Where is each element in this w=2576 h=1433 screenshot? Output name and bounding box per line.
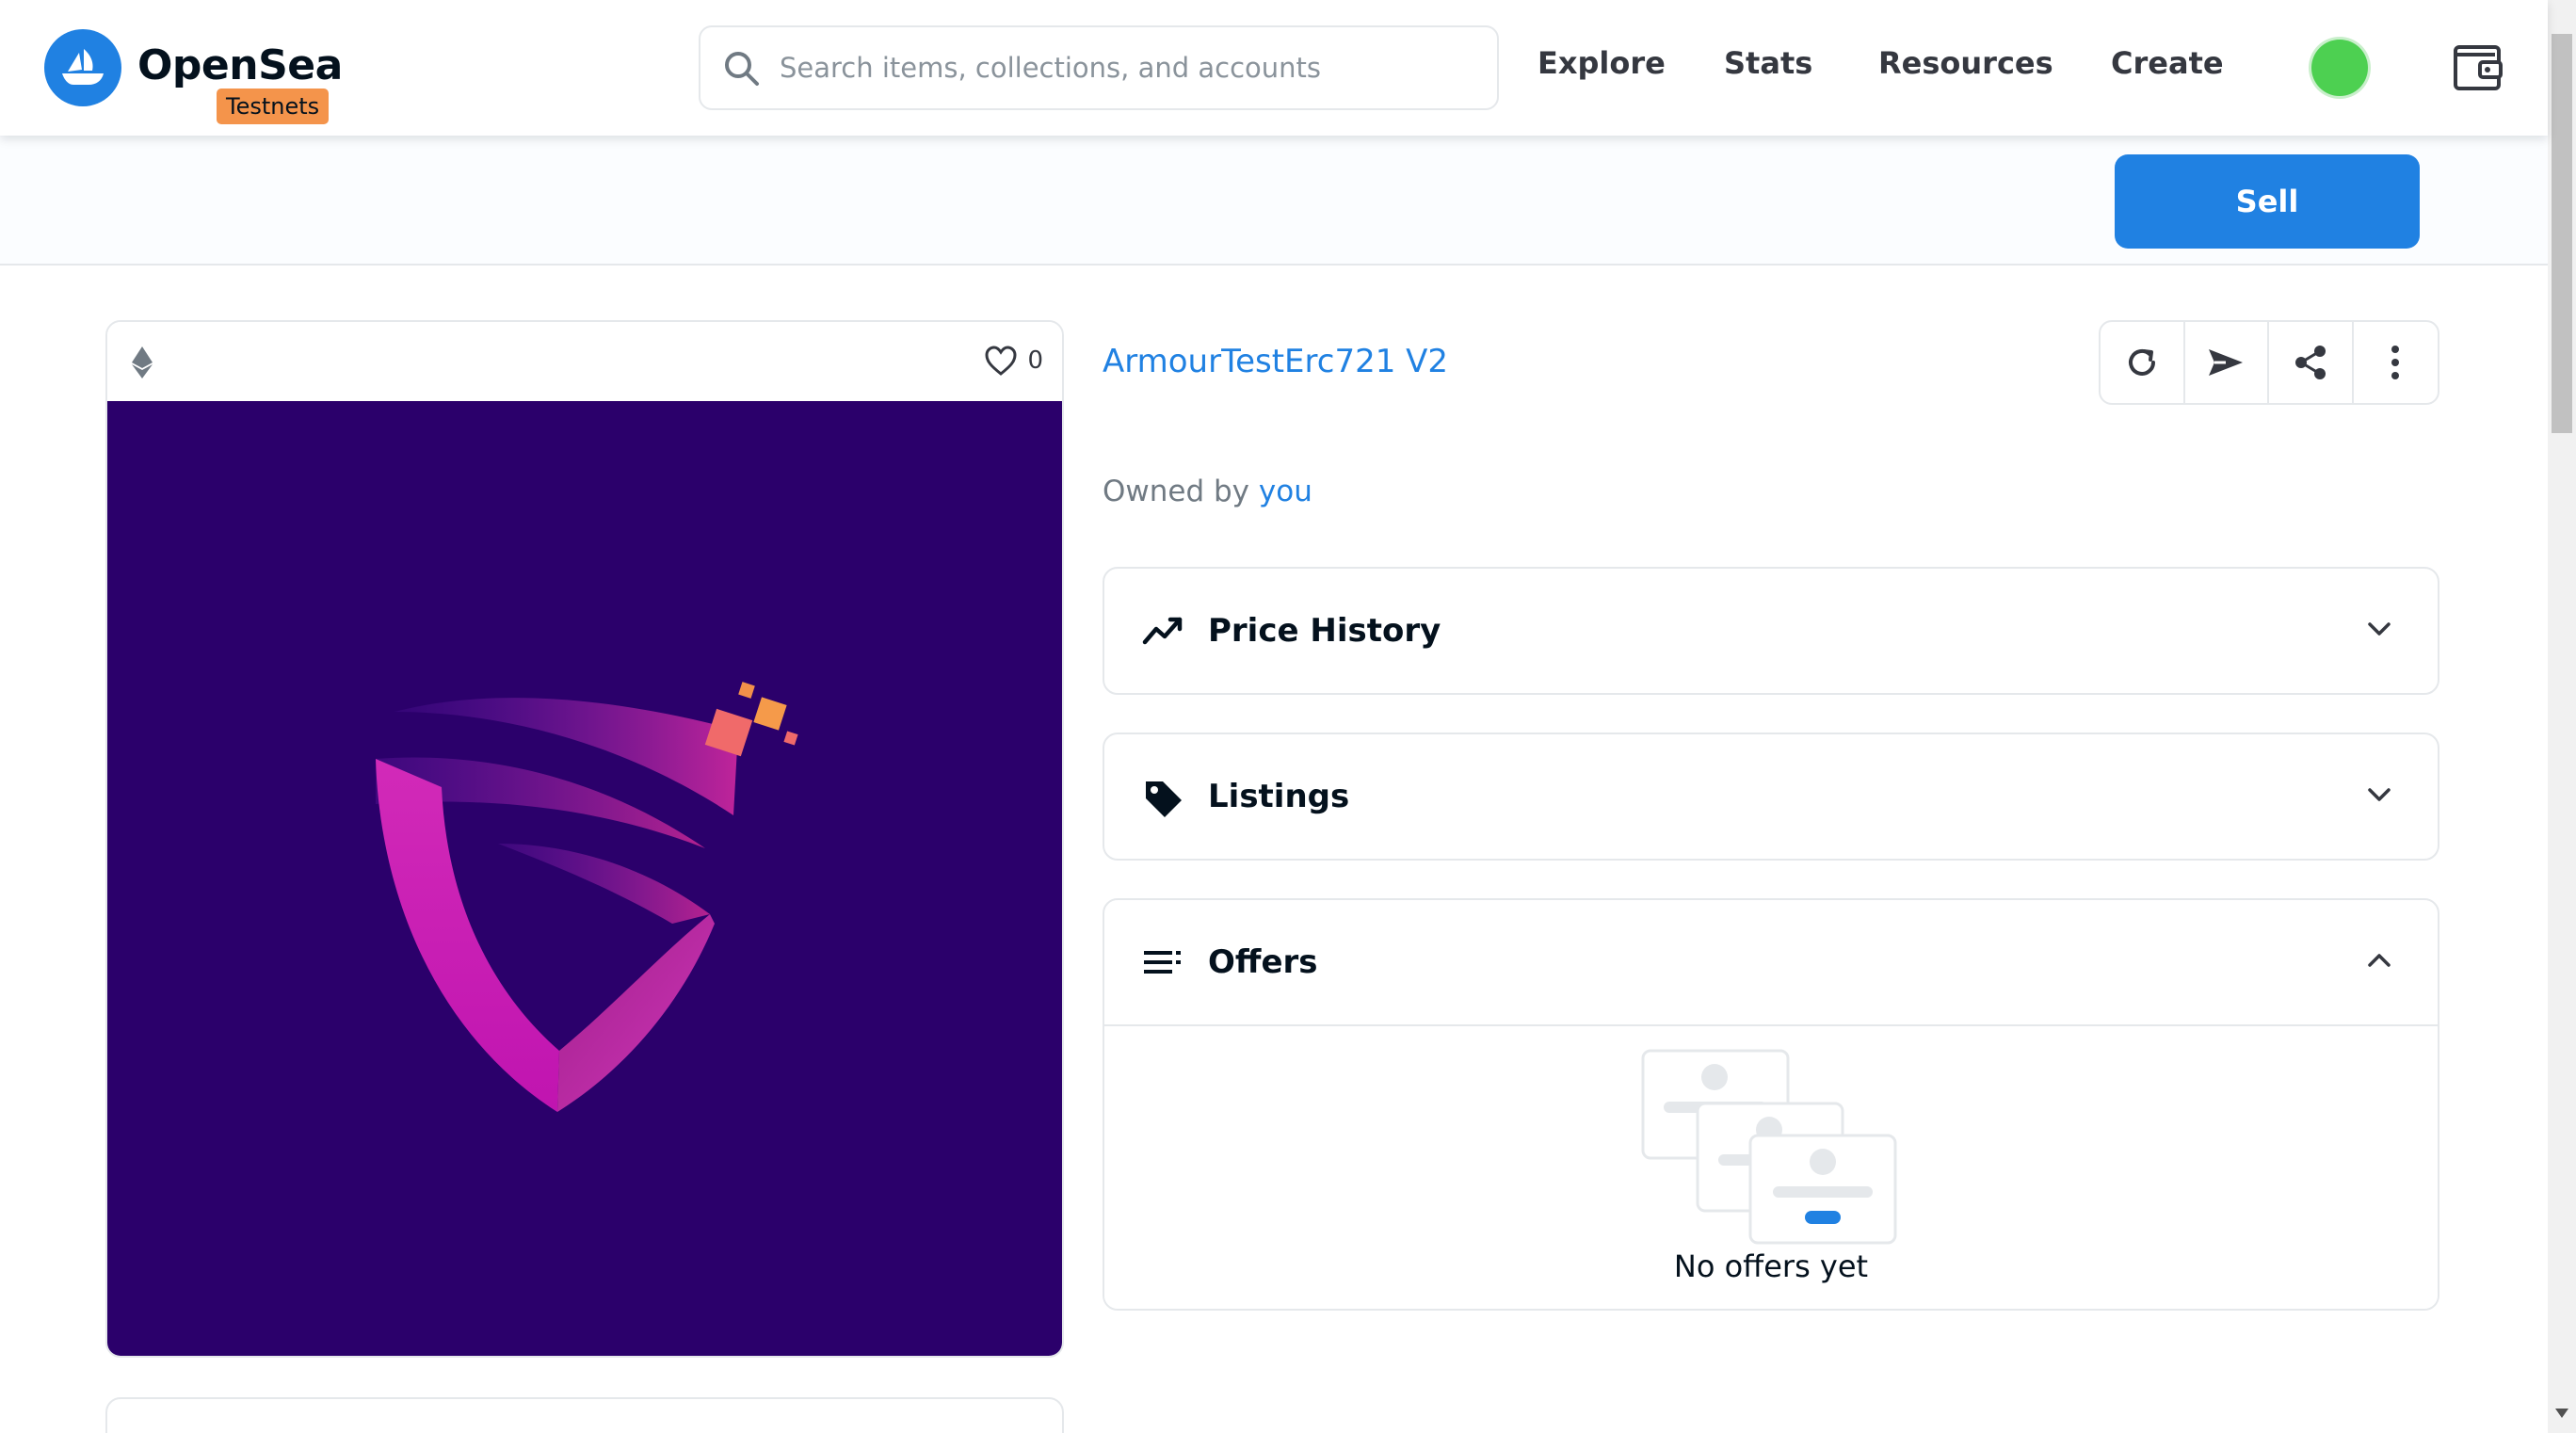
scrollbar-thumb[interactable] (2552, 34, 2572, 433)
testnets-badge: Testnets (217, 89, 330, 124)
ethereum-icon (132, 346, 153, 378)
description-card (105, 1397, 1064, 1433)
image-card-header: 0 (107, 322, 1062, 401)
owned-by-label: Owned by (1103, 475, 1250, 508)
transfer-icon (2209, 349, 2244, 376)
transfer-button[interactable] (2185, 322, 2269, 403)
price-history-panel: Price History (1103, 567, 2439, 695)
offers-panel: Offers No offers yet (1103, 898, 2439, 1311)
favorite-count: 0 (1027, 346, 1043, 375)
brand-name[interactable]: OpenSea (137, 41, 343, 89)
nav-explore[interactable]: Explore (1538, 45, 1666, 81)
nft-artwork[interactable] (107, 401, 1062, 1356)
top-header: OpenSea Testnets Explore Stats Resources… (0, 0, 2548, 136)
wallet-icon[interactable] (2452, 41, 2504, 94)
chevron-down-icon (2368, 788, 2391, 801)
chevron-up-icon (2368, 954, 2391, 967)
chevron-down-icon (2368, 622, 2391, 636)
more-icon (2391, 346, 2400, 379)
nav-create[interactable]: Create (2111, 45, 2224, 81)
profile-avatar[interactable] (2311, 40, 2368, 96)
list-icon (1144, 951, 1181, 974)
empty-offers-illustration (1641, 1049, 1897, 1245)
opensea-boat-icon (62, 49, 104, 85)
listings-toggle[interactable]: Listings (1104, 734, 2438, 859)
search-box (699, 25, 1499, 110)
price-history-toggle[interactable]: Price History (1104, 569, 2438, 693)
more-options-button[interactable] (2354, 322, 2438, 403)
no-offers-text: No offers yet (1673, 1248, 1869, 1284)
offers-title: Offers (1208, 943, 1318, 981)
favorite-control[interactable]: 0 (984, 345, 1043, 377)
offers-empty-state: No offers yet (1104, 1024, 2438, 1309)
opensea-logo[interactable] (44, 29, 121, 106)
offers-toggle[interactable]: Offers (1104, 900, 2438, 1024)
heart-icon (985, 346, 1017, 376)
nav-stats[interactable]: Stats (1724, 45, 1812, 81)
owner-action-bar: Sell (0, 136, 2548, 266)
listings-panel: Listings (1103, 733, 2439, 861)
refresh-metadata-button[interactable] (2101, 322, 2185, 403)
collection-link[interactable]: ArmourTestErc721 V2 (1103, 343, 1448, 380)
page-scrollbar[interactable] (2548, 0, 2576, 1433)
share-button[interactable] (2269, 322, 2354, 403)
owner-line: Owned by you (1103, 475, 1312, 508)
sell-button[interactable]: Sell (2115, 154, 2420, 249)
search-input[interactable] (780, 44, 1476, 91)
search-icon (725, 52, 759, 86)
nav-resources[interactable]: Resources (1878, 45, 2053, 81)
price-history-title: Price History (1208, 612, 1441, 650)
listings-title: Listings (1208, 778, 1350, 815)
shield-logo-artwork (376, 682, 798, 1112)
item-action-group (2099, 320, 2439, 405)
share-icon (2294, 346, 2326, 379)
tag-icon (1146, 781, 1182, 817)
refresh-icon (2128, 348, 2155, 376)
scroll-down-arrow-icon[interactable] (2555, 1409, 2568, 1418)
owner-link[interactable]: you (1259, 475, 1312, 508)
trending-icon (1142, 617, 1183, 645)
nft-image-card: 0 (105, 320, 1064, 1358)
